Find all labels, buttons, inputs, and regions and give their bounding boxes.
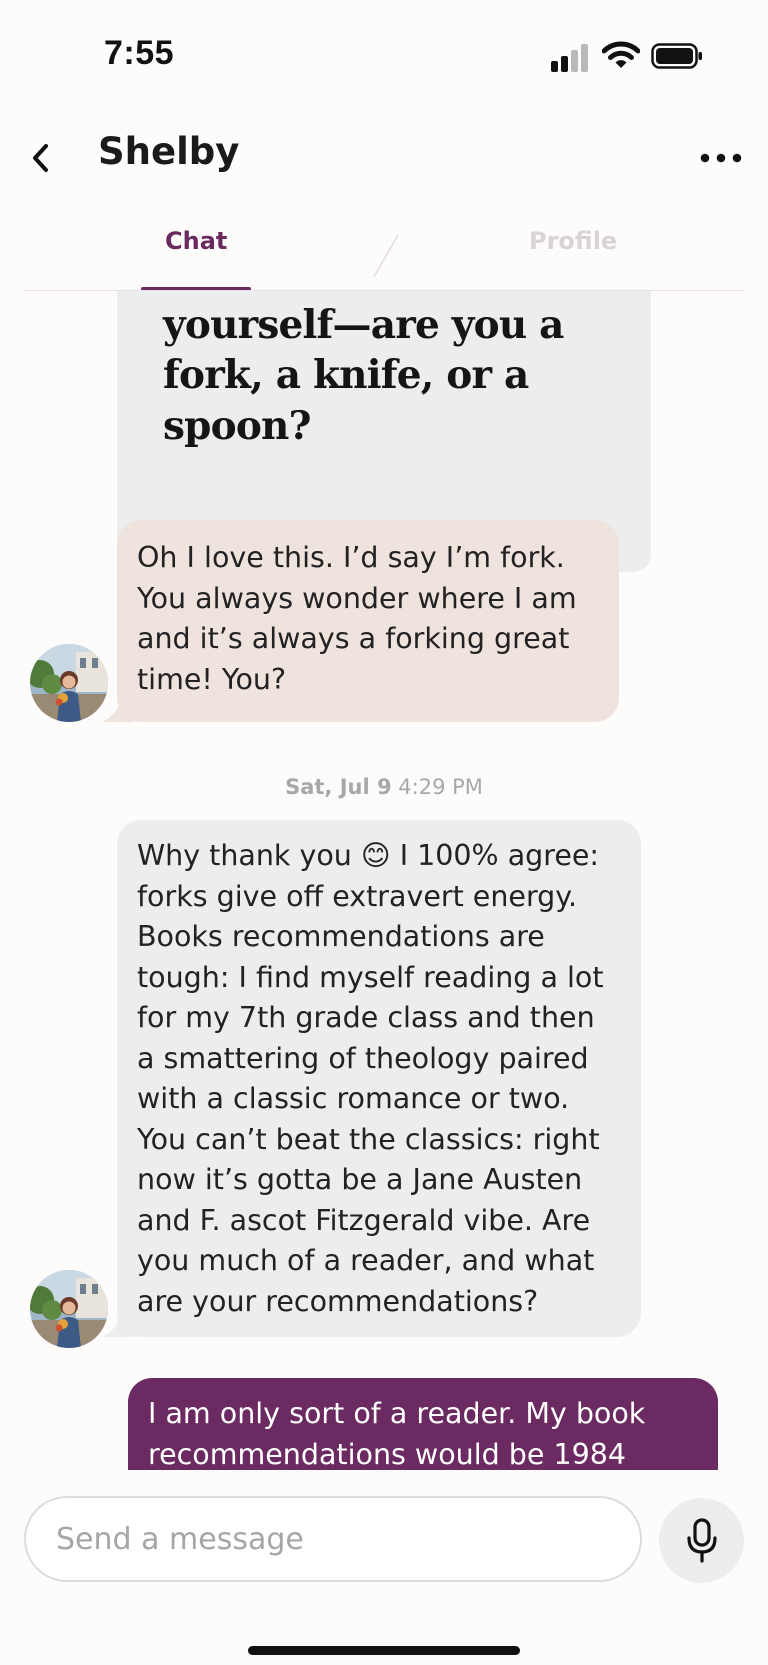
more-horizontal-icon[interactable]	[698, 138, 744, 178]
home-indicator	[248, 1646, 520, 1655]
header-divider	[24, 290, 744, 291]
message-list[interactable]: yourself—are you a fork, a knife, or a s…	[0, 290, 768, 1470]
message-line: You can’t beat the classics: right	[137, 1122, 600, 1156]
avatar[interactable]	[30, 1270, 108, 1348]
voice-message-button[interactable]	[659, 1498, 744, 1583]
message-line: a smattering of theology paired	[137, 1041, 589, 1075]
message-line: recommendations would be 1984	[148, 1437, 627, 1471]
status-bar: 7:55	[0, 0, 768, 110]
message-line: Books recommendations are	[137, 920, 545, 953]
microphone-icon	[687, 1518, 717, 1563]
avatar[interactable]	[30, 644, 108, 722]
prompt-line: yourself—are you a	[163, 302, 564, 348]
message-line: and F. ascot Fitzgerald vibe. Are	[137, 1203, 591, 1237]
timestamp-time: 4:29 PM	[398, 775, 483, 799]
received-message-bubble[interactable]: Why thank you 😊 I 100% agree: forks give…	[117, 820, 641, 1337]
tab-profile[interactable]: Profile	[529, 227, 617, 255]
sent-message-bubble[interactable]: I am only sort of a reader. My book reco…	[128, 1378, 718, 1470]
message-line: forks give off extravert energy.	[137, 879, 578, 913]
message-timestamp: Sat, Jul 9 4:29 PM	[0, 775, 768, 799]
message-line: are your recommendations?	[137, 1284, 539, 1318]
battery-icon	[651, 43, 702, 69]
message-line: Why thank you 😊 I 100% agree:	[137, 839, 600, 872]
chat-header: Shelby Chat Profile	[0, 110, 768, 291]
prompt-line: spoon?	[163, 403, 311, 449]
message-line: tough: I find myself reading a lot	[137, 960, 604, 994]
message-line: with a classic romance or two.	[137, 1082, 570, 1115]
message-line: time! You?	[137, 662, 287, 696]
prompt-line: fork, a knife, or a	[163, 352, 529, 398]
chevron-left-icon[interactable]	[26, 136, 58, 180]
timestamp-date: Sat, Jul 9	[285, 775, 392, 799]
message-line: for my 7th grade class and then	[137, 1001, 595, 1034]
tab-chat[interactable]: Chat	[165, 227, 227, 255]
received-message-bubble[interactable]: Oh I love this. I’d say I’m fork. You al…	[117, 520, 619, 722]
contact-name: Shelby	[98, 130, 240, 173]
message-composer	[0, 1470, 768, 1665]
wifi-icon	[602, 41, 640, 68]
message-line: Oh I love this. I’d say I’m fork.	[137, 541, 565, 574]
message-line: I am only sort of a reader. My book	[148, 1397, 646, 1430]
message-line: You always wonder where I am	[137, 581, 577, 615]
message-input[interactable]	[24, 1496, 642, 1582]
message-line: and it’s always a forking great	[137, 622, 570, 655]
message-line: now it’s gotta be a Jane Austen	[137, 1163, 583, 1196]
status-time: 7:55	[104, 34, 175, 72]
tab-divider	[373, 234, 399, 278]
cellular-signal-icon	[551, 42, 589, 72]
message-line: you much of a reader, and what	[137, 1244, 595, 1277]
